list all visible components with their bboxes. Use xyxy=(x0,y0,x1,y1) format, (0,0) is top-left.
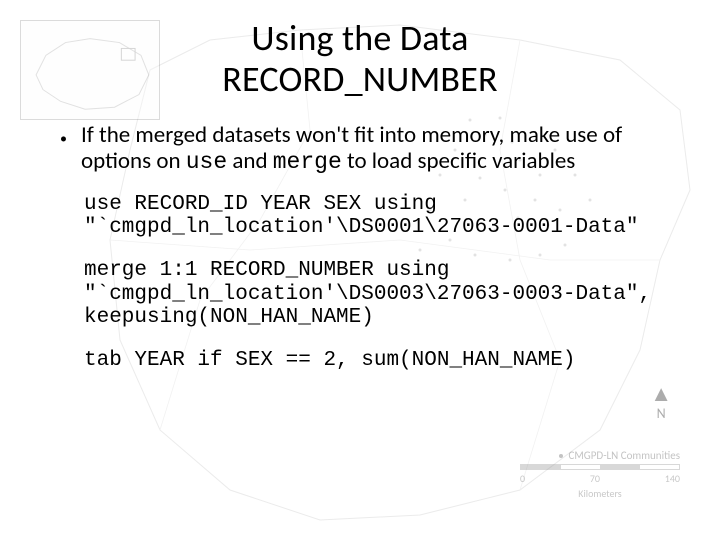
bullet-marker-icon: • xyxy=(60,131,67,147)
scale-bar: 0 70 140 Kilometers xyxy=(520,464,680,500)
north-arrow-icon: ▲ xyxy=(650,383,672,405)
code-block-merge: merge 1:1 RECORD_NUMBER using "`cmgpd_ln… xyxy=(84,259,670,328)
map-legend: CMGPD-LN Communities xyxy=(559,449,680,462)
title-line-1: Using the Data xyxy=(251,16,468,60)
bullet-post: to load specific variables xyxy=(342,147,576,175)
inline-code-merge: merge xyxy=(273,149,342,175)
legend-label: CMGPD-LN Communities xyxy=(569,449,680,462)
code-block-tab: tab YEAR if SEX == 2, sum(NON_HAN_NAME) xyxy=(84,349,670,372)
scale-tick-0: 0 xyxy=(520,472,525,485)
bullet-text: If the merged datasets won't fit into me… xyxy=(81,123,670,176)
compass-icon: ▲ N xyxy=(650,383,672,422)
compass-label: N xyxy=(650,405,672,422)
scale-tick-2: 140 xyxy=(665,472,680,485)
slide-content: Using the Data RECORD_NUMBER • If the me… xyxy=(0,0,720,372)
inline-code-use: use xyxy=(186,149,227,175)
title-line-2: RECORD_NUMBER xyxy=(222,57,497,101)
legend-dot-icon xyxy=(559,454,563,458)
bullet-mid: and xyxy=(227,147,273,175)
code-block-use: use RECORD_ID YEAR SEX using "`cmgpd_ln_… xyxy=(84,193,670,239)
bullet-item: • If the merged datasets won't fit into … xyxy=(50,123,670,176)
scale-unit: Kilometers xyxy=(520,487,680,500)
slide-title: Using the Data RECORD_NUMBER xyxy=(50,18,670,101)
scale-tick-1: 70 xyxy=(590,472,600,485)
